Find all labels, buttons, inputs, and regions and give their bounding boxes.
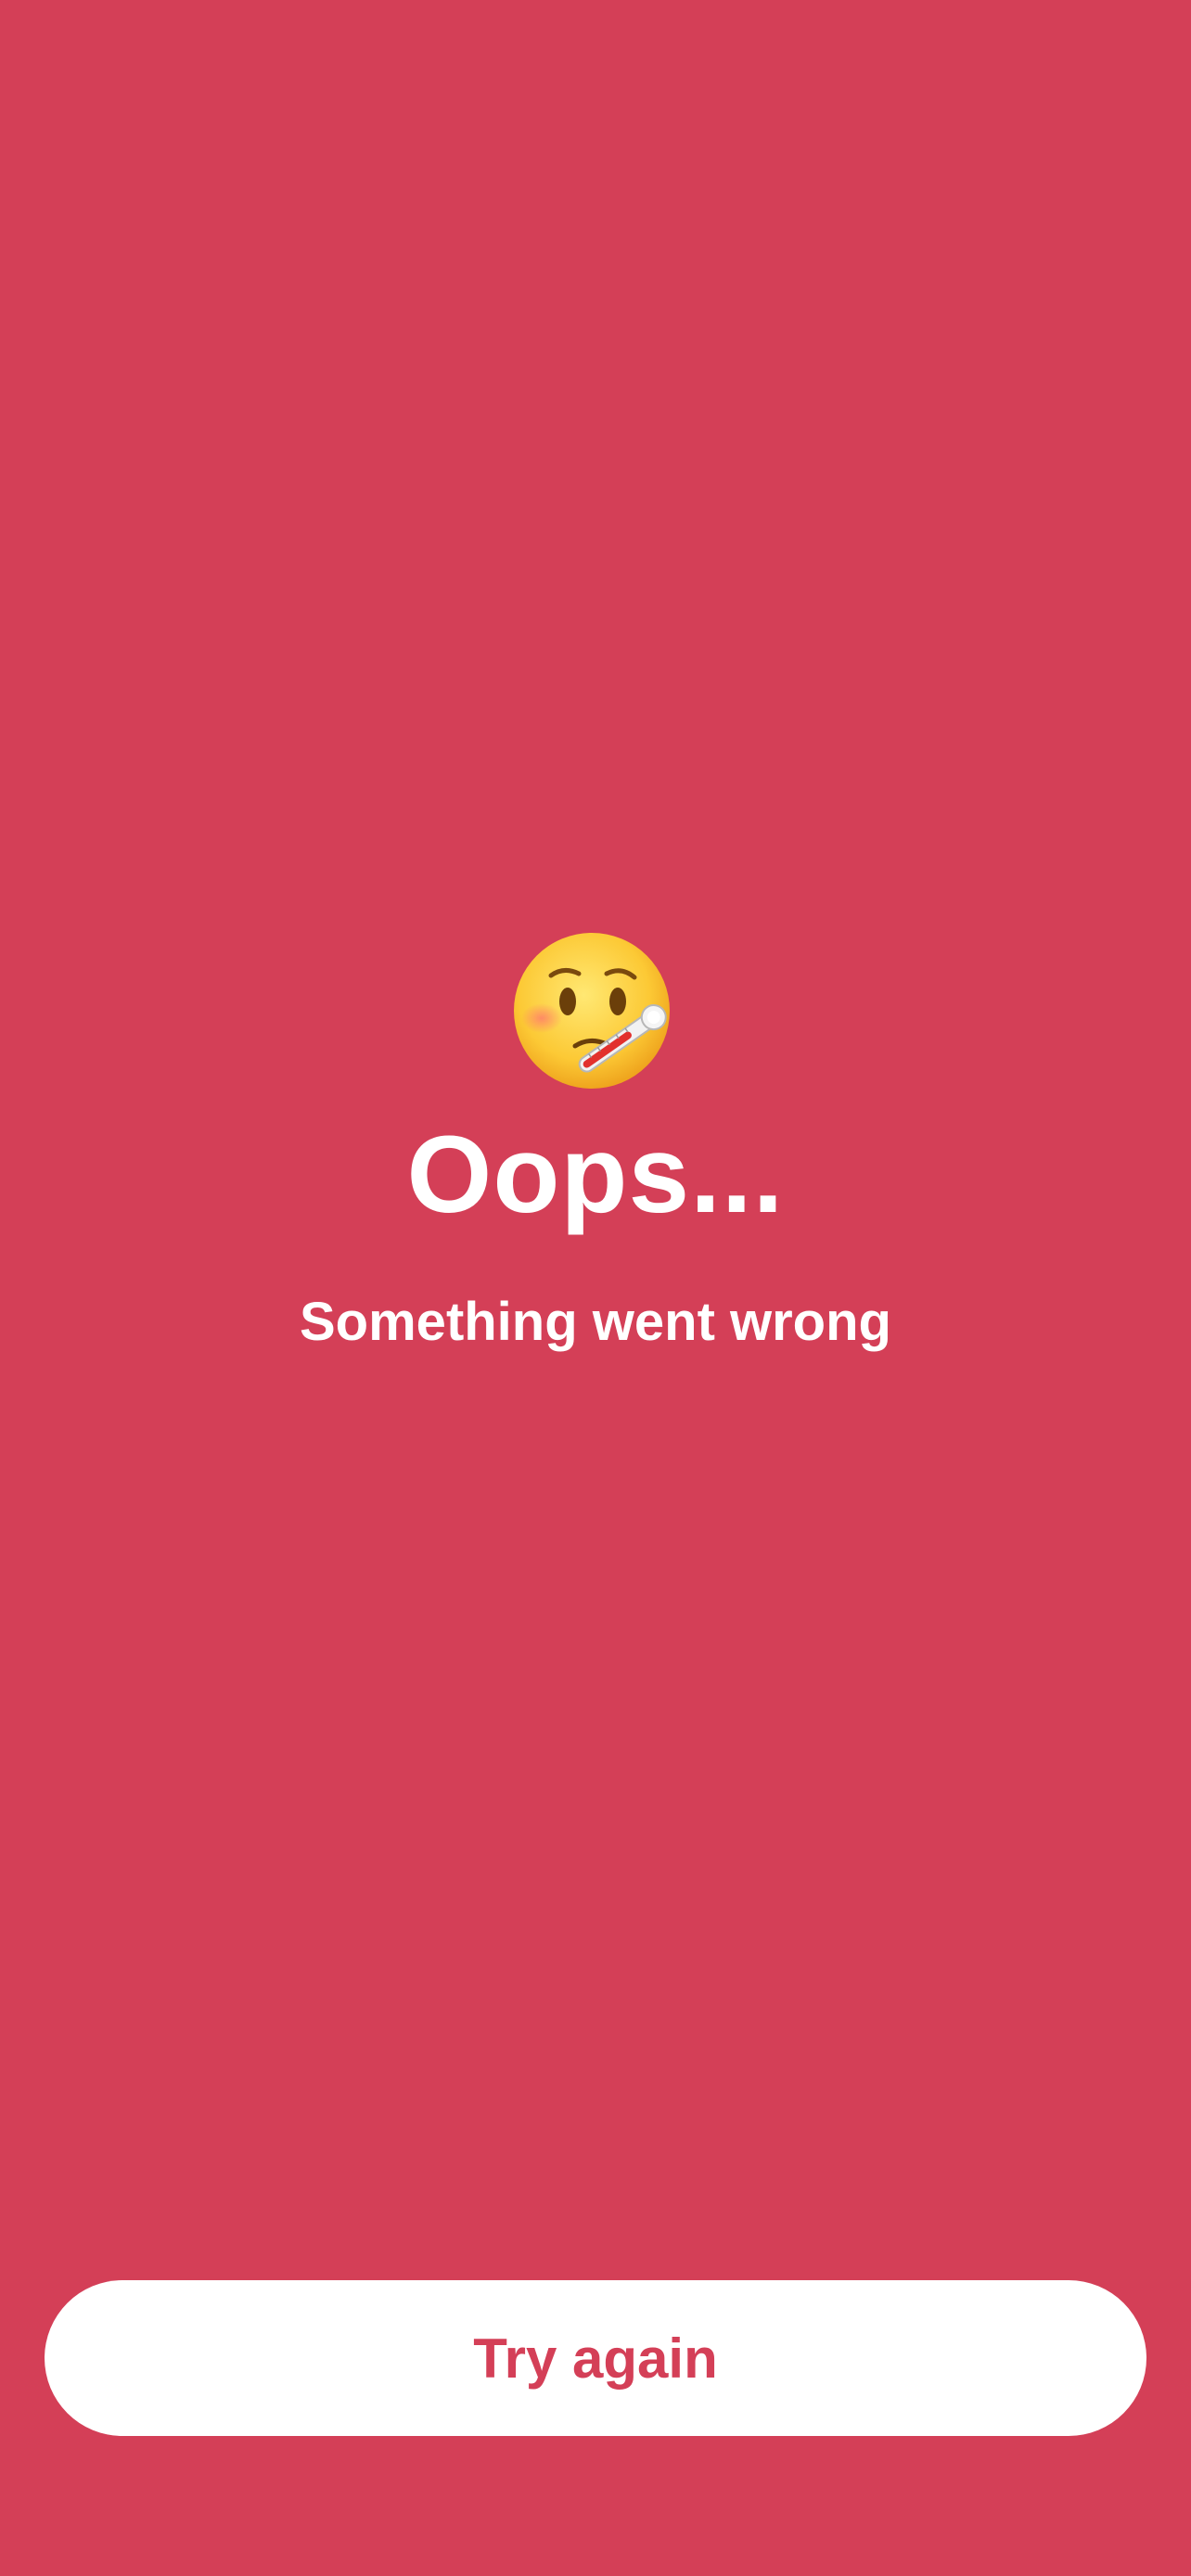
try-again-button[interactable]: Try again <box>45 2280 1146 2436</box>
error-message: Something went wrong <box>300 1292 891 1352</box>
error-content: Oops... Something went wrong <box>0 927 1191 1356</box>
face-with-thermometer-icon <box>512 927 679 1094</box>
error-title: Oops... <box>406 1114 785 1236</box>
try-again-label: Try again <box>473 2327 718 2390</box>
error-screen: Oops... Something went wrong Try again <box>0 0 1191 2576</box>
